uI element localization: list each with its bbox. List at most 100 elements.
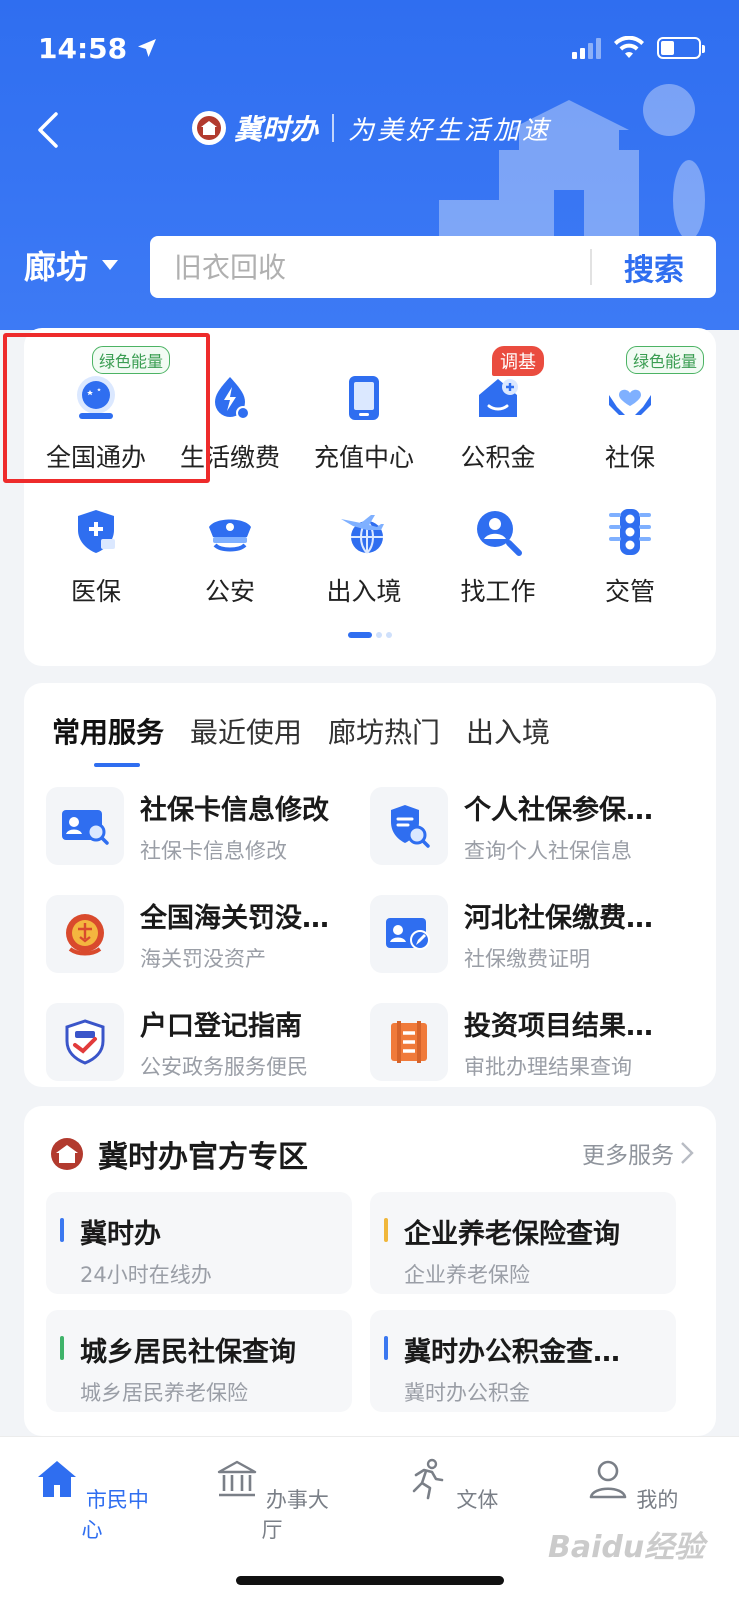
tab-common-services[interactable]: 常用服务: [52, 711, 164, 767]
grid-item-social-security[interactable]: 绿色能量 社保: [562, 346, 705, 474]
tile-title: 城乡居民社保查询: [80, 1337, 296, 1368]
id-card-edit-icon: [370, 895, 448, 973]
page-indicator: [348, 632, 392, 638]
service-subtitle: 审批办理结果查询: [464, 1054, 632, 1079]
medical-insurance-icon: [68, 504, 124, 560]
grid-label: 出入境: [326, 577, 402, 606]
grid-label: 公安: [204, 577, 255, 606]
grid-label: 找工作: [460, 577, 536, 606]
service-item[interactable]: 个人社保参保… 查询个人社保信息: [370, 783, 690, 869]
grid-item-find-job[interactable]: 找工作: [430, 504, 566, 608]
grid-item-public-security[interactable]: 公安: [162, 504, 298, 608]
social-security-icon: [602, 370, 658, 426]
tab-recent[interactable]: 最近使用: [190, 711, 302, 751]
service-title: 投资项目结果…: [464, 1010, 653, 1042]
grid-label: 社保: [604, 443, 655, 472]
runner-icon: [412, 1458, 443, 1500]
home-icon: [38, 1461, 77, 1497]
police-badge-icon: [46, 1003, 124, 1081]
official-zone-header: 冀时办官方专区: [50, 1132, 308, 1176]
search-button[interactable]: 搜索: [592, 245, 716, 289]
customs-emblem-icon: [46, 895, 124, 973]
official-logo-icon: [51, 1138, 83, 1170]
official-tile[interactable]: 冀时办 24小时在线办: [46, 1192, 352, 1294]
brand-name: 冀时办: [234, 113, 319, 146]
service-title: 户口登记指南: [140, 1010, 302, 1042]
service-item[interactable]: 全国海关罚没… 海关罚没资产: [46, 891, 366, 977]
more-services-link[interactable]: 更多服务: [582, 1136, 694, 1170]
traffic-light-icon: [602, 504, 658, 560]
official-tile[interactable]: 企业养老保险查询 企业养老保险: [370, 1192, 676, 1294]
status-time-group: 14:58: [38, 32, 159, 65]
tab-mine[interactable]: 我的: [572, 1457, 692, 1514]
tab-exit-entry[interactable]: 出入境: [466, 711, 550, 751]
tile-title: 冀时办公积金查…: [404, 1337, 620, 1368]
grid-item-recharge-center[interactable]: 充值中心: [296, 370, 432, 474]
service-item[interactable]: 河北社保缴费… 社保缴费证明: [370, 891, 690, 977]
service-tabs: 常用服务 最近使用 廊坊热门 出入境: [52, 711, 550, 767]
grid-label: 充值中心: [313, 443, 414, 472]
service-item[interactable]: 社保卡信息修改 社保卡信息修改: [46, 783, 366, 869]
tab-culture-sports[interactable]: 文体: [392, 1457, 512, 1514]
tab-citizen-center[interactable]: 市民中心: [32, 1457, 152, 1544]
service-subtitle: 海关罚没资产: [140, 946, 266, 971]
grid-label: 公积金: [460, 443, 536, 472]
service-subtitle: 查询个人社保信息: [464, 838, 632, 863]
grid-item-medical-insurance[interactable]: 医保: [28, 504, 164, 608]
shield-doc-search-icon: [370, 787, 448, 865]
red-highlight-box: [3, 333, 210, 483]
tile-accent-bar: [60, 1336, 64, 1360]
caret-down-icon: [102, 260, 119, 270]
official-zone-card: 冀时办官方专区 更多服务 冀时办 24小时在线办 企业养老保险查询 企业养老保险…: [24, 1106, 716, 1436]
city-selector[interactable]: 廊坊: [24, 242, 119, 288]
tab-service-hall[interactable]: 办事大厅: [212, 1457, 332, 1544]
battery-icon: [657, 37, 705, 59]
adjust-base-badge: 调基: [492, 346, 544, 376]
search-input[interactable]: [150, 236, 590, 298]
city-name: 廊坊: [24, 248, 89, 286]
tile-subtitle: 24小时在线办: [80, 1263, 212, 1287]
service-subtitle: 社保卡信息修改: [140, 838, 287, 863]
brand-banner: 冀时办 为美好生活加速: [192, 108, 551, 148]
id-card-search-icon: [46, 787, 124, 865]
back-arrow-icon[interactable]: [30, 110, 70, 150]
grid-item-traffic[interactable]: 交管: [562, 504, 698, 608]
status-time: 14:58: [38, 31, 128, 65]
chevron-right-icon: [681, 1142, 694, 1164]
tile-subtitle: 冀时办公积金: [404, 1381, 530, 1405]
brand-logo-icon: [192, 111, 226, 145]
status-bar: 14:58: [38, 28, 705, 68]
grid-label: 医保: [70, 577, 121, 606]
grid-item-exit-entry[interactable]: 出入境: [296, 504, 432, 608]
app-header: 14:58 冀时办 为美好生活加速 廊坊 搜索: [0, 0, 739, 330]
tile-subtitle: 企业养老保险: [404, 1263, 530, 1287]
user-icon: [589, 1460, 626, 1499]
tab-label: 我的: [636, 1488, 679, 1512]
service-item[interactable]: 户口登记指南公安政务服务便民: [46, 999, 366, 1085]
grid-item-housing-fund[interactable]: 调基 公积金: [430, 346, 566, 474]
tablet-icon: [336, 370, 392, 426]
tile-title: 冀时办: [80, 1219, 161, 1250]
cellular-signal-icon: [572, 37, 601, 59]
housing-fund-icon: [470, 370, 526, 426]
official-tile[interactable]: 城乡居民社保查询 城乡居民养老保险: [46, 1310, 352, 1412]
home-indicator: [236, 1576, 504, 1585]
wifi-icon: [614, 36, 644, 58]
service-subtitle: 公安政务服务便民: [140, 1054, 308, 1079]
tile-accent-bar: [384, 1336, 388, 1360]
official-tile[interactable]: 冀时办公积金查… 冀时办公积金: [370, 1310, 676, 1412]
brand-slogan: 为美好生活加速: [348, 115, 552, 146]
tab-label: 办事大厅: [261, 1488, 329, 1542]
service-subtitle: 社保缴费证明: [464, 946, 590, 971]
job-search-icon: [470, 504, 526, 560]
brand-divider: [332, 114, 335, 142]
hall-icon: [217, 1460, 257, 1497]
project-doc-icon: [370, 1003, 448, 1081]
watermark: Baidu经验: [548, 1530, 705, 1565]
service-item[interactable]: 投资项目结果… 审批办理结果查询: [370, 999, 690, 1085]
tile-title: 企业养老保险查询: [404, 1219, 620, 1250]
service-title: 河北社保缴费…: [464, 902, 653, 934]
tab-langfang-hot[interactable]: 廊坊热门: [328, 711, 440, 751]
tab-label: 市民中心: [81, 1488, 149, 1542]
city-skyline-illustration: [439, 84, 705, 250]
